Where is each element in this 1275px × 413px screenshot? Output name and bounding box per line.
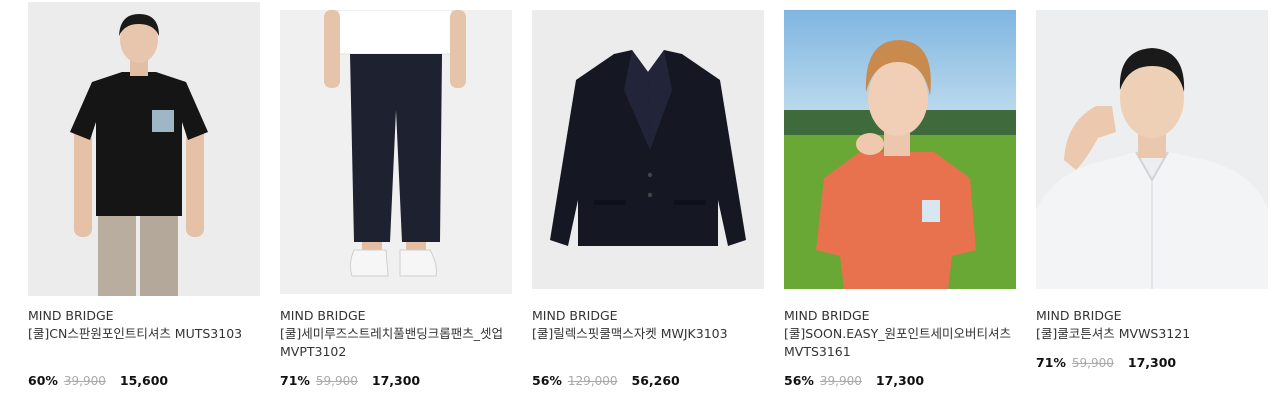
product-brand: MIND BRIDGE [280, 308, 366, 323]
product-price: 71% 59,900 17,300 [280, 373, 420, 388]
product-name[interactable]: [쿨]SOON.EASY_원포인트세미오버티셔츠 MVTS3161 [784, 325, 1016, 361]
original-price: 39,900 [63, 374, 106, 388]
product-image-pants-navy[interactable] [280, 10, 512, 294]
product-price: 56% 129,000 56,260 [532, 373, 680, 388]
product-price: 60% 39,900 15,600 [28, 373, 168, 388]
product-price: 71% 59,900 17,300 [1036, 355, 1176, 370]
product-image-tshirt-black[interactable] [28, 2, 260, 296]
original-price: 39,900 [819, 374, 862, 388]
product-brand: MIND BRIDGE [1036, 308, 1122, 323]
product-name[interactable]: [쿨]릴렉스핏쿨맥스자켓 MWJK3103 [532, 325, 764, 343]
discount-rate: 71% [280, 373, 310, 388]
sale-price: 17,300 [1127, 355, 1177, 370]
discount-rate: 71% [1036, 355, 1066, 370]
product-brand: MIND BRIDGE [28, 308, 114, 323]
sale-price: 17,300 [875, 373, 925, 388]
original-price: 59,900 [1071, 356, 1114, 370]
original-price: 59,900 [315, 374, 358, 388]
product-image-tshirt-orange[interactable] [784, 10, 1016, 289]
sale-price: 15,600 [119, 373, 169, 388]
discount-rate: 56% [532, 373, 562, 388]
product-image-shirt-white[interactable] [1036, 10, 1268, 289]
discount-rate: 60% [28, 373, 58, 388]
product-price: 56% 39,900 17,300 [784, 373, 924, 388]
product-name[interactable]: [쿨]CN스판원포인트티셔츠 MUTS3103 [28, 325, 260, 343]
original-price: 129,000 [567, 374, 618, 388]
product-name[interactable]: [쿨]세미루즈스트레치풀밴딩크롭팬츠_셋업 MVPT3102 [280, 325, 512, 361]
product-brand: MIND BRIDGE [784, 308, 870, 323]
product-name[interactable]: [쿨]쿨코튼셔츠 MVWS3121 [1036, 325, 1268, 343]
product-image-jacket-navy[interactable] [532, 10, 764, 289]
product-list: MIND BRIDGE [쿨]CN스판원포인트티셔츠 MUTS3103 60% … [0, 0, 1275, 413]
sale-price: 56,260 [631, 373, 680, 388]
product-brand: MIND BRIDGE [532, 308, 618, 323]
sale-price: 17,300 [371, 373, 421, 388]
discount-rate: 56% [784, 373, 814, 388]
